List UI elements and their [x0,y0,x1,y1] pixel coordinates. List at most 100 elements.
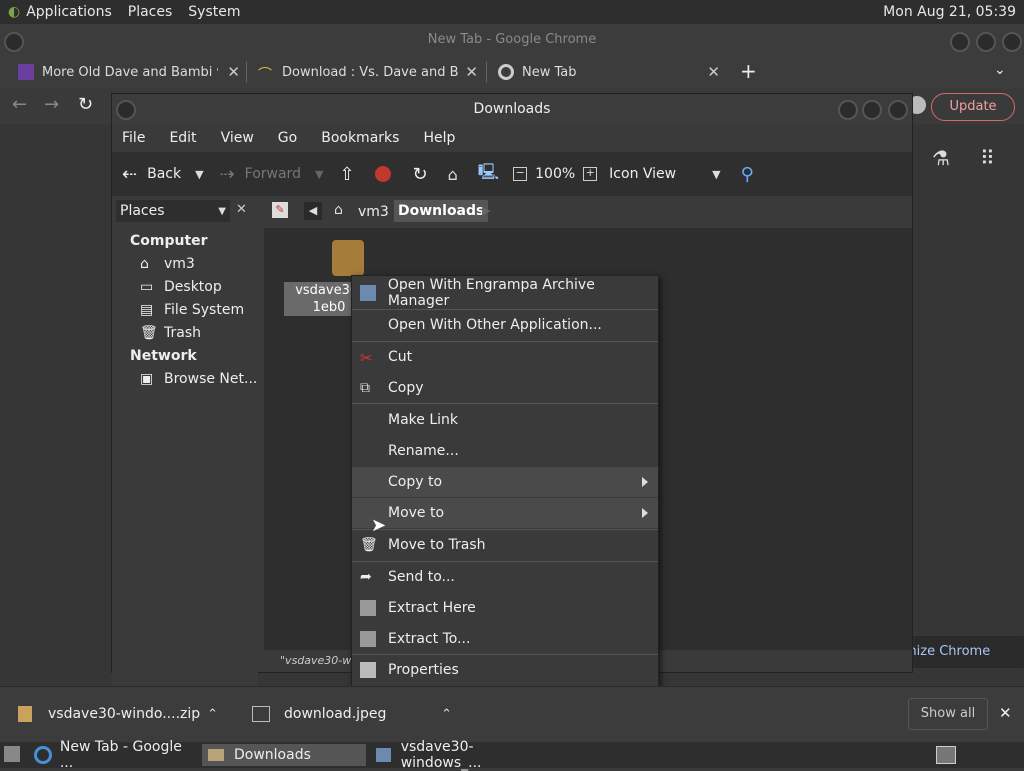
download-item-zip[interactable]: vsdave30-windo....zip ⌃ [18,700,228,728]
desktop-folder-icon: ▭ [140,279,154,295]
task-downloads[interactable]: Downloads [202,744,366,766]
archive-file-icon[interactable] [332,240,364,276]
zip-icon [18,706,32,722]
menu-rename[interactable]: Rename... [352,436,658,466]
zoom-in-icon[interactable]: + [583,167,598,181]
reload-icon[interactable]: ↻ [413,164,428,185]
scissors-icon: ✂ [360,349,373,367]
menu-file[interactable]: File [122,130,145,146]
labs-flask-icon[interactable]: ⚗ [932,146,950,170]
fm-close-icon[interactable] [888,100,908,120]
menu-extract-to[interactable]: Extract To... [352,624,658,654]
forward-dropdown-icon[interactable]: ▼ [315,168,323,181]
path-segment-downloads[interactable]: Downloads [394,200,489,222]
forward-arrow-icon[interactable]: → [44,94,59,115]
menu-copy-to[interactable]: Copy to [352,467,658,497]
edit-path-icon[interactable]: ✎ [272,202,288,218]
network-icon: ▣ [140,371,154,387]
tab-label: More Old Dave and Bambi vers [42,64,218,80]
tab-search-icon[interactable]: ⌄ [994,62,1006,78]
window-menu-icon[interactable] [4,32,24,52]
download-item-jpeg[interactable]: download.jpeg ⌃ [252,700,462,728]
sidebar-item-trash[interactable]: 🗑 Trash [140,322,201,344]
menu-send-to[interactable]: ➦ Send to... [352,562,658,592]
apps-grid-icon[interactable]: ⠿ [980,146,995,170]
app-menu-icon[interactable]: ◐ [8,4,20,20]
zoom-out-icon[interactable]: − [513,167,528,181]
back-button[interactable]: Back [147,166,181,182]
home-icon[interactable]: ⌂ [448,165,458,184]
clock[interactable]: Mon Aug 21, 05:39 [883,4,1016,20]
back-dropdown-icon[interactable]: ▼ [195,168,203,181]
menu-edit[interactable]: Edit [169,130,196,146]
update-label: Update [949,99,997,114]
menu-bookmarks[interactable]: Bookmarks [321,130,399,146]
sidebar-item-desktop[interactable]: ▭ Desktop [140,276,222,298]
chevron-up-icon[interactable]: ⌃ [441,707,452,722]
customize-chrome-button[interactable]: mize Chrome [894,636,1024,668]
task-chrome[interactable]: New Tab - Google ... [34,739,198,771]
tab-old-dave[interactable]: More Old Dave and Bambi vers ✕ [18,56,240,88]
places-dropdown[interactable]: Places ▼ [116,200,230,222]
fm-minimize-icon[interactable] [838,100,858,120]
workspace-switcher-icon[interactable] [936,746,956,764]
sidebar-close-icon[interactable]: ✕ [236,202,247,217]
maximize-icon[interactable] [976,32,996,52]
archive-icon [360,285,376,301]
view-dropdown-icon[interactable]: ▼ [712,168,720,181]
tab-close-icon[interactable]: ✕ [465,63,478,81]
menu-go[interactable]: Go [278,130,297,146]
menu-cut[interactable]: ✂ Cut [352,342,658,372]
view-mode-select[interactable]: Icon View [609,166,676,182]
computer-icon[interactable]: 🖳 [478,161,499,188]
menu-copy[interactable]: ⧉ Copy [352,373,658,403]
path-segment-vm3[interactable]: vm3 [358,204,389,220]
tab-close-icon[interactable]: ✕ [227,63,240,81]
show-all-button[interactable]: Show all [908,698,988,730]
back-arrow-icon[interactable]: ← [12,94,27,115]
forward-icon[interactable]: ⇢ [220,164,235,185]
sidebar-item-vm3[interactable]: ⌂ vm3 [140,253,195,275]
fm-maximize-icon[interactable] [862,100,882,120]
places-menu[interactable]: Places [128,4,173,20]
fm-titlebar: Downloads [112,94,912,124]
downloads-close-icon[interactable]: ✕ [999,704,1012,722]
trash-icon: 🗑 [140,325,158,341]
banana-icon: ⌒ [258,67,272,83]
menu-open-engrampa[interactable]: Open With Engrampa Archive Manager [352,277,658,309]
reload-icon[interactable]: ↻ [78,94,93,115]
path-left-icon[interactable]: ◀ [304,202,322,220]
zoom-level[interactable]: 100% [535,166,575,182]
menu-extract-here[interactable]: Extract Here [352,593,658,623]
back-icon[interactable]: ⇠ [122,164,137,185]
submenu-arrow-icon [642,477,648,487]
new-tab-button[interactable]: + [740,59,757,83]
system-menu[interactable]: System [188,4,240,20]
search-icon[interactable]: ⚲ [741,164,754,185]
tab-new-tab[interactable]: New Tab ✕ [498,56,720,88]
menu-view[interactable]: View [221,130,254,146]
show-desktop-icon[interactable] [4,746,20,762]
sidebar-item-filesystem[interactable]: ▤ File System [140,299,244,321]
menu-properties[interactable]: Properties [352,655,658,685]
up-icon[interactable]: ⇧ [339,164,354,185]
menu-make-link[interactable]: Make Link [352,405,658,435]
close-icon[interactable] [1002,32,1022,52]
tab-download[interactable]: ⌒ Download : Vs. Dave and Bamb ✕ [258,56,478,88]
minimize-icon[interactable] [950,32,970,52]
menu-open-other[interactable]: Open With Other Application... [352,310,658,340]
update-button[interactable]: Update [931,93,1015,121]
chevron-up-icon[interactable]: ⌃ [207,707,218,722]
task-engrampa[interactable]: vsdave30-windows_... [372,739,542,771]
chrome-icon [34,746,52,764]
fm-window-menu-icon[interactable] [116,100,136,120]
menu-move-to[interactable]: Move to [352,498,658,528]
forward-button[interactable]: Forward [245,166,301,182]
menu-move-to-trash[interactable]: 🗑 Move to Trash [352,530,658,560]
tab-close-icon[interactable]: ✕ [707,63,720,81]
applications-menu[interactable]: Applications [26,4,112,20]
sidebar-item-browse-network[interactable]: ▣ Browse Net... [140,368,257,390]
menu-help[interactable]: Help [423,130,455,146]
stop-icon[interactable] [374,166,391,182]
path-right-icon[interactable]: ▶ [482,204,490,217]
